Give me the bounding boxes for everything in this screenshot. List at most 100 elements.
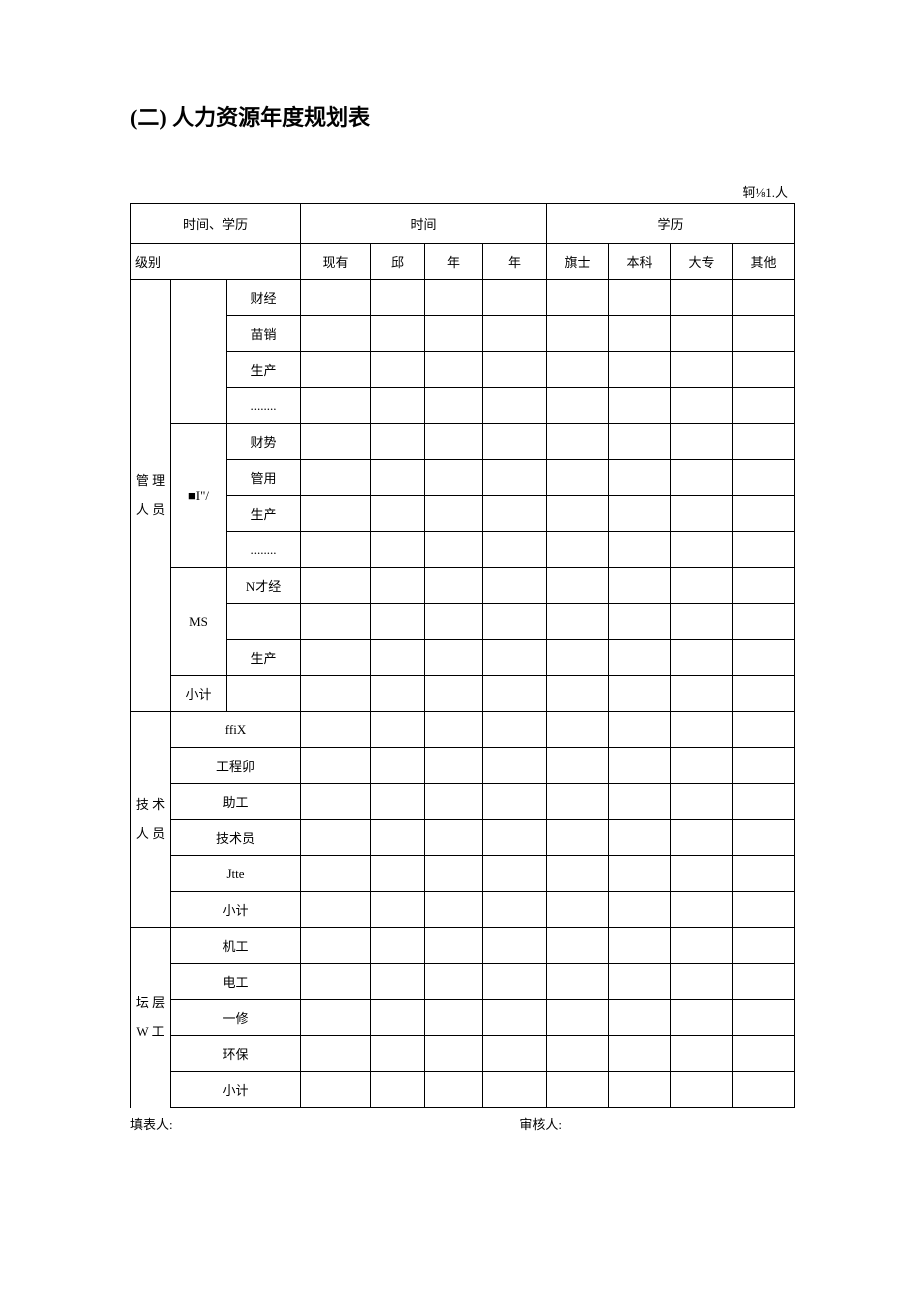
group1-sub3-label: MS: [171, 568, 227, 676]
data-cell: [609, 748, 671, 784]
data-cell: [671, 568, 733, 604]
data-cell: [425, 820, 483, 856]
data-cell: [425, 568, 483, 604]
data-cell: [371, 892, 425, 928]
row-label: Jtte: [171, 856, 301, 892]
data-cell: [425, 964, 483, 1000]
data-cell: [547, 676, 609, 712]
data-cell: [301, 388, 371, 424]
table-row: 环保: [131, 1036, 795, 1072]
data-cell: [425, 640, 483, 676]
planning-table: 时间、学历 时间 学历 级别 现有 邱 年 年 旗士 本科 大专 其他 管 理 …: [130, 203, 795, 1108]
col-qiu: 邱: [371, 244, 425, 280]
table-row: 电工: [131, 964, 795, 1000]
table-row: Jtte: [131, 856, 795, 892]
data-cell: [483, 460, 547, 496]
data-cell: [671, 892, 733, 928]
table-row: ■I"/ 财势: [131, 424, 795, 460]
data-cell: [609, 388, 671, 424]
data-cell: [483, 280, 547, 316]
row-label: 机工: [171, 928, 301, 964]
data-cell: [425, 676, 483, 712]
header-row-1: 时间、学历 时间 学历: [131, 204, 795, 244]
data-cell: [733, 532, 795, 568]
data-cell: [425, 856, 483, 892]
data-cell: [483, 820, 547, 856]
footer: 填表人: 审核人:: [130, 1114, 790, 1133]
data-cell: [733, 460, 795, 496]
data-cell: [547, 964, 609, 1000]
table-row: ........: [131, 532, 795, 568]
data-cell: [425, 352, 483, 388]
data-cell: [301, 568, 371, 604]
data-cell: [609, 496, 671, 532]
data-cell: [733, 604, 795, 640]
table-row: 技 术 人 员 ffiX: [131, 712, 795, 748]
data-cell: [547, 496, 609, 532]
group2-label: 技 术 人 员: [131, 712, 171, 928]
header-time-group: 时间: [301, 204, 547, 244]
data-cell: [609, 928, 671, 964]
data-cell: [547, 784, 609, 820]
data-cell: [609, 856, 671, 892]
data-cell: [671, 316, 733, 352]
data-cell: [609, 964, 671, 1000]
data-cell: [301, 676, 371, 712]
group1-sub1-label: [171, 280, 227, 424]
col-master: 旗士: [547, 244, 609, 280]
data-cell: [547, 532, 609, 568]
row-label: 技术员: [171, 820, 301, 856]
data-cell: [483, 496, 547, 532]
data-cell: [671, 1072, 733, 1108]
data-cell: [483, 892, 547, 928]
data-cell: [671, 676, 733, 712]
data-cell: [547, 352, 609, 388]
data-cell: [609, 892, 671, 928]
data-cell: [547, 928, 609, 964]
data-cell: [425, 712, 483, 748]
data-cell: [425, 532, 483, 568]
data-cell: [483, 712, 547, 748]
data-cell: [301, 856, 371, 892]
data-cell: [371, 604, 425, 640]
header-edu-group: 学历: [547, 204, 795, 244]
row-label: 生产: [227, 352, 301, 388]
data-cell: [733, 784, 795, 820]
data-cell: [371, 640, 425, 676]
row-label: 工程卯: [171, 748, 301, 784]
data-cell: [733, 496, 795, 532]
data-cell: [671, 640, 733, 676]
data-cell: [425, 424, 483, 460]
table-row: 技术员: [131, 820, 795, 856]
data-cell: [547, 568, 609, 604]
data-cell: [371, 424, 425, 460]
data-cell: [483, 1000, 547, 1036]
data-cell: [733, 352, 795, 388]
data-cell: [371, 352, 425, 388]
header-level: 级别: [131, 244, 301, 280]
row-label: 苗销: [227, 316, 301, 352]
data-cell: [733, 712, 795, 748]
header-corner: 时间、学历: [131, 204, 301, 244]
data-cell: [733, 964, 795, 1000]
data-cell: [483, 784, 547, 820]
table-row: ........: [131, 388, 795, 424]
row-label: 助工: [171, 784, 301, 820]
data-cell: [609, 604, 671, 640]
data-cell: [425, 1036, 483, 1072]
col-college: 大专: [671, 244, 733, 280]
data-cell: [733, 280, 795, 316]
data-cell: [609, 316, 671, 352]
row-label: 一修: [171, 1000, 301, 1036]
data-cell: [547, 460, 609, 496]
data-cell: [483, 1036, 547, 1072]
data-cell: [609, 820, 671, 856]
data-cell: [671, 388, 733, 424]
data-cell: [483, 532, 547, 568]
group1-sub2-label: ■I"/: [171, 424, 227, 568]
data-cell: [425, 460, 483, 496]
data-cell: [301, 892, 371, 928]
data-cell: [671, 928, 733, 964]
data-cell: [483, 388, 547, 424]
data-cell: [371, 532, 425, 568]
